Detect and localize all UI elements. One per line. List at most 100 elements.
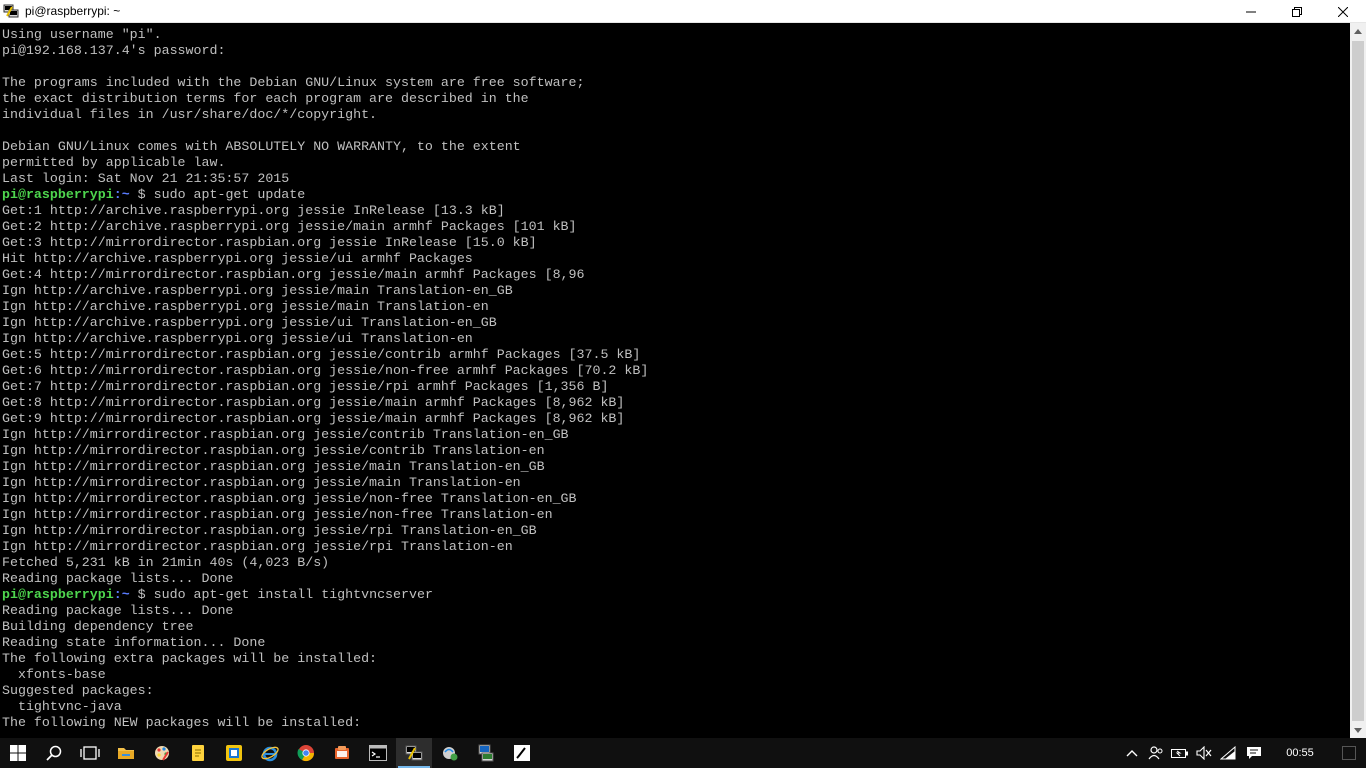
vertical-scrollbar[interactable] — [1350, 23, 1366, 738]
terminal-line: Get:4 http://mirrordirector.raspbian.org… — [2, 267, 1350, 283]
terminal-output[interactable]: Using username "pi". pi@192.168.137.4's p… — [0, 23, 1350, 738]
chrome-icon — [297, 745, 315, 762]
putty-button[interactable] — [396, 738, 432, 768]
output-text: The following extra packages will be ins… — [2, 651, 378, 666]
cmd-button[interactable] — [360, 738, 396, 768]
output-text: xfonts-base — [2, 667, 106, 682]
output-text: permitted by applicable law. — [2, 155, 226, 170]
wifi-icon — [1220, 746, 1236, 760]
terminal-line: Get:7 http://mirrordirector.raspbian.org… — [2, 379, 1350, 395]
search-icon — [46, 745, 62, 761]
editor-icon — [514, 745, 530, 761]
action-center-button[interactable] — [1332, 738, 1366, 768]
prompt-symbol: $ — [137, 187, 154, 202]
output-text: Ign http://mirrordirector.raspbian.org j… — [2, 539, 513, 554]
putty-config-button[interactable] — [468, 738, 504, 768]
putty-config-icon — [478, 744, 494, 762]
volume-mute-icon — [1196, 746, 1212, 760]
task-view-button[interactable] — [72, 738, 108, 768]
output-text: The following NEW packages will be insta… — [2, 715, 362, 730]
output-text: Ign http://mirrordirector.raspbian.org j… — [2, 475, 521, 490]
terminal-line: Reading state information... Done — [2, 635, 1350, 651]
wifi-button[interactable] — [1216, 738, 1240, 768]
output-text: Building dependency tree — [2, 619, 194, 634]
terminal-line: Fetched 5,231 kB in 21min 40s (4,023 B/s… — [2, 555, 1350, 571]
terminal-line: The programs included with the Debian GN… — [2, 75, 1350, 91]
network-app-icon — [443, 747, 458, 761]
scroll-up-arrow[interactable] — [1350, 23, 1366, 39]
terminal-line: Reading package lists... Done — [2, 603, 1350, 619]
start-button[interactable] — [0, 738, 36, 768]
output-text: Ign http://mirrordirector.raspbian.org j… — [2, 427, 569, 442]
prompt-symbol: $ — [137, 587, 154, 602]
output-text: Ign http://mirrordirector.raspbian.org j… — [2, 523, 537, 538]
windows-icon — [10, 745, 26, 761]
terminal-line: xfonts-base — [2, 667, 1350, 683]
output-text: Get:7 http://mirrordirector.raspbian.org… — [2, 379, 609, 394]
terminal-line: Ign http://archive.raspberrypi.org jessi… — [2, 299, 1350, 315]
output-text: Using username "pi". — [2, 27, 162, 42]
battery-button[interactable] — [1168, 738, 1192, 768]
terminal-line: Get:2 http://archive.raspberrypi.org jes… — [2, 219, 1350, 235]
window-title: pi@raspberrypi: ~ — [25, 4, 121, 18]
output-text: Ign http://mirrordirector.raspbian.org j… — [2, 491, 577, 506]
output-text: Ign http://archive.raspberrypi.org jessi… — [2, 331, 473, 346]
sticky-notes-button[interactable] — [180, 738, 216, 768]
scrollbar-thumb[interactable] — [1352, 41, 1364, 721]
output-text: Get:2 http://archive.raspberrypi.org jes… — [2, 219, 577, 234]
volume-button[interactable] — [1192, 738, 1216, 768]
window-titlebar[interactable]: pi@raspberrypi: ~ — [0, 0, 1366, 23]
output-text: Get:3 http://mirrordirector.raspbian.org… — [2, 235, 537, 250]
terminal-line: Ign http://mirrordirector.raspbian.org j… — [2, 475, 1350, 491]
terminal-line: Ign http://mirrordirector.raspbian.org j… — [2, 427, 1350, 443]
minimize-button[interactable] — [1228, 0, 1274, 23]
show-hidden-icons-button[interactable] — [1120, 738, 1144, 768]
output-text: Reading package lists... Done — [2, 571, 234, 586]
command-text: sudo apt-get update — [153, 187, 306, 202]
internet-explorer-button[interactable] — [252, 738, 288, 768]
output-text: Ign http://archive.raspberrypi.org jessi… — [2, 283, 513, 298]
output-text: Ign http://mirrordirector.raspbian.org j… — [2, 459, 545, 474]
restore-button[interactable] — [1274, 0, 1320, 23]
minimize-icon — [1246, 11, 1256, 12]
network-app-button[interactable] — [432, 738, 468, 768]
close-icon — [1338, 6, 1348, 17]
prompt-path: :~ — [113, 187, 138, 202]
terminal-line: Hit http://archive.raspberrypi.org jessi… — [2, 251, 1350, 267]
terminal-line: Building dependency tree — [2, 619, 1350, 635]
search-button[interactable] — [36, 738, 72, 768]
terminal-line: Ign http://mirrordirector.raspbian.org j… — [2, 443, 1350, 459]
terminal-line: Get:8 http://mirrordirector.raspbian.org… — [2, 395, 1350, 411]
office-icon — [335, 746, 349, 759]
terminal-line: Reading package lists... Done — [2, 571, 1350, 587]
notification-tray-button[interactable] — [1240, 738, 1268, 768]
chevron-down-icon — [1354, 727, 1362, 733]
output-text: Hit http://archive.raspberrypi.org jessi… — [2, 251, 473, 266]
taskbar-clock[interactable]: 00:55 — [1268, 747, 1332, 759]
putty-icon[interactable] — [3, 3, 19, 19]
output-text: Debian GNU/Linux comes with ABSOLUTELY N… — [2, 139, 521, 154]
file-explorer-button[interactable] — [108, 738, 144, 768]
sticky-note-icon — [192, 745, 204, 761]
app-button[interactable] — [216, 738, 252, 768]
prompt-path: :~ — [113, 587, 138, 602]
terminal-lines: Using username "pi". pi@192.168.137.4's p… — [0, 23, 1350, 731]
output-text: Ign http://mirrordirector.raspbian.org j… — [2, 443, 545, 458]
terminal-line: Get:6 http://mirrordirector.raspbian.org… — [2, 363, 1350, 379]
command-text: sudo apt-get install tightvncserver — [153, 587, 433, 602]
terminal-line: Ign http://archive.raspberrypi.org jessi… — [2, 283, 1350, 299]
office-button[interactable] — [324, 738, 360, 768]
paint-button[interactable] — [144, 738, 180, 768]
putty-icon — [405, 745, 423, 761]
output-text: Get:9 http://mirrordirector.raspbian.org… — [2, 411, 625, 426]
terminal-line: Ign http://mirrordirector.raspbian.org j… — [2, 523, 1350, 539]
editor-button[interactable] — [504, 738, 540, 768]
terminal-command-line: pi@raspberrypi:~ $ sudo apt-get install … — [2, 587, 1350, 603]
terminal-line: individual files in /usr/share/doc/*/cop… — [2, 107, 1350, 123]
close-button[interactable] — [1320, 0, 1366, 23]
people-button[interactable] — [1144, 738, 1168, 768]
scroll-down-arrow[interactable] — [1350, 722, 1366, 738]
chrome-button[interactable] — [288, 738, 324, 768]
terminal-line: The following NEW packages will be insta… — [2, 715, 1350, 731]
